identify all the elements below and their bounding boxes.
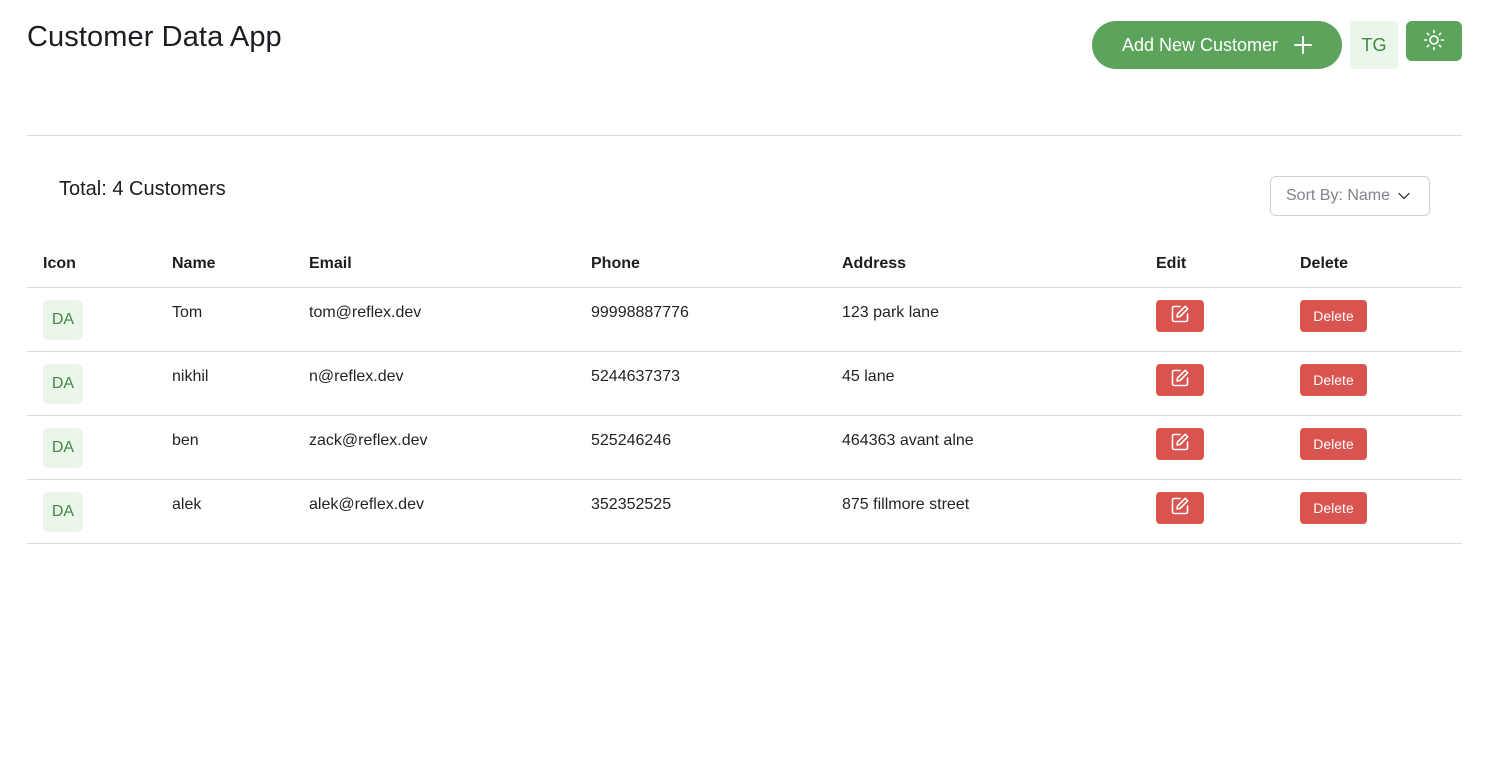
customer-name: Tom (172, 304, 203, 321)
customer-name: alek (172, 496, 202, 513)
table-row: DA alek alek@reflex.dev 352352525 875 fi… (27, 479, 1462, 544)
app-title: Customer Data App (27, 21, 282, 53)
customer-address: 45 lane (842, 368, 895, 385)
column-header-icon: Icon (27, 240, 156, 288)
column-header-address: Address (826, 240, 1140, 288)
sort-by-select[interactable]: Sort By: Name (1270, 176, 1430, 216)
customer-avatar: DA (43, 363, 83, 404)
column-header-phone: Phone (575, 240, 826, 288)
user-avatar[interactable]: TG (1350, 21, 1398, 69)
customer-email: alek@reflex.dev (309, 496, 424, 513)
customer-phone: 99998887776 (591, 304, 689, 321)
edit-icon (1170, 496, 1190, 519)
column-header-name: Name (156, 240, 293, 288)
sun-icon (1423, 29, 1445, 54)
customer-email: n@reflex.dev (309, 368, 404, 385)
table-header-row: Icon Name Email Phone Address Edit Delet… (27, 240, 1462, 288)
header-actions: Add New Customer TG (1092, 21, 1462, 69)
customer-phone: 5244637373 (591, 368, 680, 385)
customer-avatar: DA (43, 491, 83, 532)
customer-address: 123 park lane (842, 304, 939, 321)
customer-name: ben (172, 432, 199, 449)
app-page: Customer Data App Add New Customer TG To… (0, 0, 1501, 772)
customer-address: 464363 avant alne (842, 432, 974, 449)
edit-icon (1170, 432, 1190, 455)
edit-button[interactable] (1156, 491, 1204, 524)
customer-email: zack@reflex.dev (309, 432, 428, 449)
table-row: DA nikhil n@reflex.dev 5244637373 45 lan… (27, 351, 1462, 416)
customer-avatar: DA (43, 299, 83, 340)
edit-button[interactable] (1156, 363, 1204, 396)
edit-button[interactable] (1156, 299, 1204, 332)
customer-avatar: DA (43, 427, 83, 468)
table-row: DA ben zack@reflex.dev 525246246 464363 … (27, 415, 1462, 480)
customer-email: tom@reflex.dev (309, 304, 422, 321)
table-row: DA Tom tom@reflex.dev 99998887776 123 pa… (27, 287, 1462, 352)
customers-table: Icon Name Email Phone Address Edit Delet… (27, 240, 1462, 544)
edit-button[interactable] (1156, 427, 1204, 460)
delete-button[interactable]: Delete (1300, 299, 1367, 332)
header-divider (27, 135, 1462, 136)
sort-by-value: Sort By: Name (1286, 187, 1391, 204)
delete-button[interactable]: Delete (1300, 427, 1367, 460)
edit-icon (1170, 368, 1190, 391)
add-new-customer-label: Add New Customer (1121, 34, 1279, 55)
theme-toggle-button[interactable] (1406, 21, 1462, 61)
customer-address: 875 fillmore street (842, 496, 970, 513)
chevron-down-icon (1398, 192, 1410, 200)
plus-icon (1294, 36, 1313, 54)
edit-icon (1170, 304, 1190, 327)
add-new-customer-button[interactable]: Add New Customer (1092, 21, 1342, 69)
customer-phone: 352352525 (591, 496, 672, 513)
delete-button[interactable]: Delete (1300, 363, 1367, 396)
delete-button[interactable]: Delete (1300, 491, 1367, 524)
column-header-delete: Delete (1284, 240, 1462, 288)
column-header-email: Email (293, 240, 575, 288)
column-header-edit: Edit (1140, 240, 1284, 288)
total-customers-label: Total: 4 Customers (59, 178, 226, 200)
customer-name: nikhil (172, 368, 209, 385)
customer-phone: 525246246 (591, 432, 672, 449)
